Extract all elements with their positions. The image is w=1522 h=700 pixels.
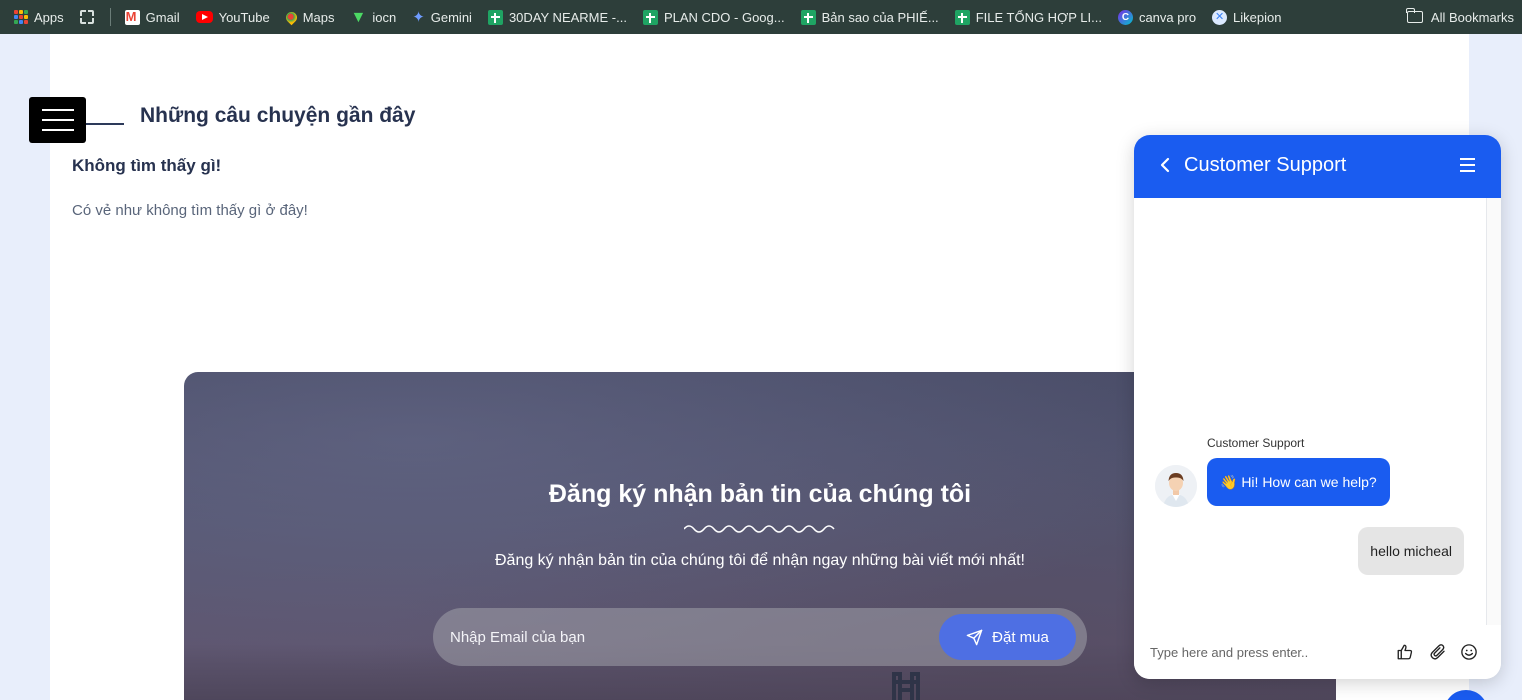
- bookmark-label: FILE TỔNG HỢP LI...: [975, 9, 1102, 25]
- bookmark-label: Bản sao của PHIẾ...: [821, 9, 939, 25]
- bookmark-gemini[interactable]: ✦ Gemini: [412, 5, 472, 29]
- bookmark-apps[interactable]: Apps: [14, 5, 64, 29]
- bookmark-30day-nearme[interactable]: 30DAY NEARME -...: [487, 5, 627, 29]
- bookmarks-bar: Apps Gmail YouTube Maps ▼ iocn ✦ Gemini …: [0, 0, 1522, 34]
- back-chevron-icon[interactable]: [1160, 157, 1170, 173]
- bookmark-plan-cdo[interactable]: PLAN CDO - Goog...: [642, 5, 785, 29]
- apps-icon: [14, 10, 28, 24]
- email-input[interactable]: [433, 608, 933, 666]
- sheets-icon: [800, 9, 816, 25]
- chat-widget: Customer Support Customer Support 👋 Hi! …: [1134, 135, 1501, 679]
- maps-icon: [283, 9, 299, 25]
- menu-bar: [41, 119, 74, 121]
- bookmarks-divider: [109, 8, 111, 26]
- bookmark-youtube[interactable]: YouTube: [195, 5, 270, 29]
- thumbs-up-icon[interactable]: [1396, 643, 1414, 661]
- menu-bar: [1460, 164, 1475, 166]
- agent-avatar: [1155, 465, 1197, 507]
- bookmark-label: Likepion: [1233, 9, 1282, 25]
- bookmark-label: PLAN CDO - Goog...: [663, 9, 785, 25]
- bookmark-gmail[interactable]: Gmail: [124, 5, 180, 29]
- bookmark-likepion[interactable]: ✕ Likepion: [1212, 5, 1281, 29]
- heading-decoration-line: [86, 123, 124, 125]
- empty-state-title: Không tìm thấy gì!: [72, 156, 222, 175]
- chat-scrollbar[interactable]: [1486, 198, 1501, 625]
- canva-icon: C: [1117, 9, 1133, 25]
- bookmark-file-tong-hop[interactable]: FILE TỔNG HỢP LI...: [954, 5, 1102, 29]
- folder-icon: [1406, 8, 1423, 23]
- hamburger-menu-button[interactable]: [29, 97, 86, 143]
- iocn-icon: ▼: [350, 8, 367, 26]
- sheets-icon: [954, 9, 970, 25]
- bridge-silhouette-icon: [892, 672, 920, 700]
- newsletter-form: Đặt mua: [433, 608, 1087, 666]
- chat-menu-icon[interactable]: [1460, 158, 1475, 176]
- wave-divider-icon: [684, 525, 835, 533]
- gemini-icon: ✦: [412, 8, 425, 26]
- tab-groups-button[interactable]: [79, 5, 94, 29]
- menu-bar: [41, 129, 74, 131]
- chat-message-input[interactable]: [1150, 641, 1380, 663]
- bookmark-label: canva pro: [1138, 9, 1197, 25]
- bookmark-maps[interactable]: Maps: [283, 5, 335, 29]
- bookmark-label: Gmail: [145, 9, 180, 25]
- bookmark-label: Maps: [302, 9, 335, 25]
- gmail-icon: [124, 9, 140, 25]
- bookmark-iocn[interactable]: ▼ iocn: [350, 5, 396, 29]
- bookmark-ban-sao[interactable]: Bản sao của PHIẾ...: [800, 5, 939, 29]
- menu-bar: [41, 109, 74, 111]
- agent-message-bubble: 👋 Hi! How can we help?: [1207, 458, 1390, 506]
- bookmark-label: Apps: [34, 9, 64, 25]
- youtube-icon: [195, 11, 213, 23]
- sheets-icon: [487, 9, 503, 25]
- sheets-icon: [642, 9, 658, 25]
- bookmark-label: Gemini: [430, 9, 472, 25]
- user-message-bubble: hello micheal: [1358, 527, 1464, 575]
- bookmark-label: YouTube: [218, 9, 270, 25]
- send-icon: [966, 629, 983, 645]
- chat-header: Customer Support: [1134, 135, 1501, 198]
- agent-name: Customer Support: [1207, 436, 1305, 450]
- empty-state-description: Có vẻ như không tìm thấy gì ở đây!: [72, 202, 308, 219]
- subscribe-button[interactable]: Đặt mua: [939, 614, 1076, 660]
- all-bookmarks-button[interactable]: All Bookmarks: [1396, 0, 1514, 34]
- chat-input-row: [1134, 625, 1501, 679]
- agent-avatar-icon: [1155, 465, 1197, 507]
- all-bookmarks-label: All Bookmarks: [1430, 9, 1514, 25]
- emoji-icon[interactable]: [1460, 643, 1478, 661]
- section-title: Những câu chuyện gần đây: [140, 104, 416, 127]
- grid-icon: [79, 10, 94, 24]
- bookmark-canva-pro[interactable]: C canva pro: [1117, 5, 1197, 29]
- bookmark-label: iocn: [372, 9, 397, 25]
- menu-bar: [1460, 158, 1475, 160]
- paperclip-icon[interactable]: [1429, 643, 1447, 661]
- likepion-icon: ✕: [1212, 9, 1228, 25]
- chat-title: Customer Support: [1184, 154, 1347, 176]
- subscribe-label: Đặt mua: [992, 628, 1049, 646]
- bookmark-label: 30DAY NEARME -...: [508, 9, 627, 25]
- menu-bar: [1460, 170, 1475, 172]
